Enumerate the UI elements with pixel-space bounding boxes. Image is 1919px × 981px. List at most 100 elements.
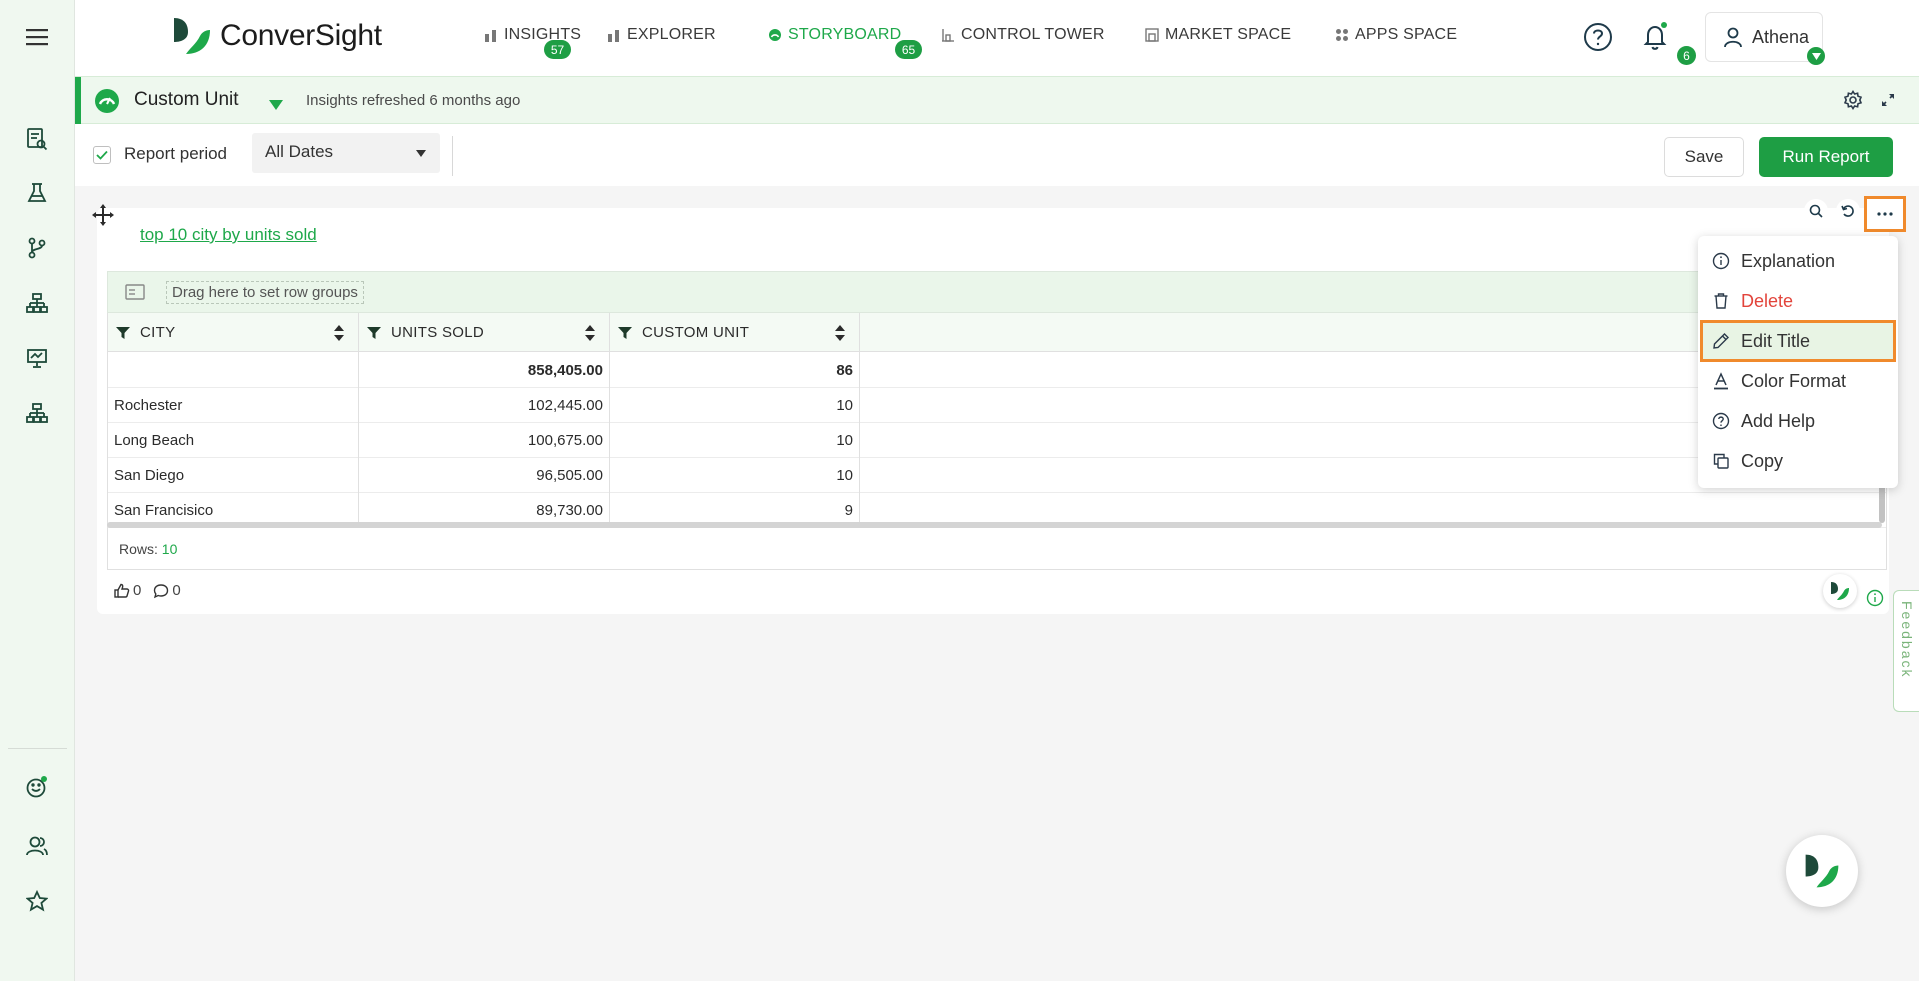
run-report-button[interactable]: Run Report	[1759, 137, 1893, 177]
filter-icon[interactable]	[116, 326, 130, 340]
report-period-select[interactable]: All Dates	[252, 133, 440, 173]
report-period-checkbox[interactable]	[93, 146, 111, 164]
table-cell: 10	[610, 423, 860, 458]
search-icon[interactable]	[1804, 199, 1828, 223]
sort-icon[interactable]	[334, 325, 344, 341]
info-icon[interactable]	[1866, 589, 1884, 607]
report-period-value: All Dates	[265, 142, 334, 161]
comment-button[interactable]: 0	[153, 582, 181, 599]
nav-control-tower[interactable]: CONTROL TOWER	[941, 24, 1105, 46]
info-icon	[1712, 252, 1730, 270]
feedback-label: Feedback	[1899, 601, 1915, 679]
table-cell: 858,405.00	[359, 352, 610, 388]
row-group-drop-zone[interactable]: Drag here to set row groups	[107, 271, 1887, 313]
notification-count-badge: 6	[1677, 46, 1696, 65]
table-cell: 96,505.00	[359, 458, 610, 493]
nav-market-space[interactable]: MARKET SPACE	[1145, 24, 1291, 46]
column-header-units-sold[interactable]: UNITS SOLD	[359, 313, 610, 352]
settings-gear-icon[interactable]	[1843, 90, 1863, 115]
menu-item-label: Add Help	[1741, 410, 1816, 431]
apps-grid-icon	[1335, 28, 1349, 42]
store-icon	[1145, 28, 1159, 42]
nav-market-space-label: MARKET SPACE	[1165, 26, 1292, 43]
column-label: CUSTOM UNIT	[642, 324, 750, 341]
rows-label: Rows:	[119, 541, 158, 557]
report-search-icon[interactable]	[22, 124, 52, 154]
insights-count-badge: 57	[544, 40, 571, 59]
comment-icon	[154, 583, 169, 598]
table-row[interactable]: San Diego 96,505.00 10	[108, 458, 1886, 493]
star-icon[interactable]	[22, 886, 52, 916]
rail-divider	[8, 748, 67, 749]
assistant-bot-icon[interactable]	[1823, 574, 1857, 608]
presentation-icon[interactable]	[22, 343, 52, 373]
storyboard-gauge-icon	[768, 28, 782, 42]
nav-explorer-label: EXPLORER	[627, 26, 716, 43]
table-row[interactable]: Rochester 102,445.00 10	[108, 388, 1886, 423]
storyboard-gauge-icon	[94, 88, 120, 114]
drag-move-icon[interactable]	[92, 204, 114, 226]
table-header: CITY UNITS SOLD CUSTOM UNIT	[108, 313, 1886, 352]
nav-explorer[interactable]: EXPLORER	[607, 24, 716, 46]
help-icon	[1712, 412, 1730, 430]
filter-icon[interactable]	[618, 326, 632, 340]
menu-item-label: Delete	[1741, 290, 1794, 311]
user-icon	[1724, 27, 1742, 48]
sort-icon[interactable]	[835, 325, 845, 341]
menu-item-add-help[interactable]: Add Help	[1698, 402, 1898, 440]
table-cell	[108, 352, 359, 388]
save-button[interactable]: Save	[1664, 137, 1744, 177]
users-icon[interactable]	[22, 831, 52, 861]
menu-item-explanation[interactable]: Explanation	[1698, 242, 1898, 280]
table-cell: San Diego	[108, 458, 359, 493]
hamburger-menu-icon[interactable]	[22, 22, 52, 52]
hierarchy-icon[interactable]	[22, 288, 52, 318]
chat-assistant-button[interactable]	[1786, 835, 1858, 907]
collapse-icon[interactable]	[1881, 93, 1895, 112]
card-options-menu: Explanation Delete Edit Title Color Form…	[1698, 236, 1898, 488]
assistant-face-icon[interactable]	[22, 772, 52, 802]
sort-icon[interactable]	[585, 325, 595, 341]
rows-count: 10	[161, 541, 178, 557]
left-rail	[0, 0, 75, 981]
user-menu[interactable]: Athena	[1705, 12, 1823, 62]
branch-icon[interactable]	[22, 233, 52, 263]
menu-item-label: Color Format	[1741, 370, 1847, 391]
storyboard-dropdown-icon[interactable]	[269, 97, 283, 115]
group-rows-icon	[125, 283, 145, 301]
nav-storyboard-label: STORYBOARD	[788, 26, 902, 43]
menu-item-copy[interactable]: Copy	[1698, 442, 1898, 480]
toolbar-divider	[452, 136, 453, 176]
table-row[interactable]: Long Beach 100,675.00 10	[108, 423, 1886, 458]
org-chart-icon[interactable]	[22, 398, 52, 428]
filter-icon[interactable]	[367, 326, 381, 340]
help-icon[interactable]	[1583, 22, 1613, 52]
feedback-tab[interactable]: Feedback	[1893, 590, 1919, 712]
trash-icon	[1712, 292, 1730, 310]
menu-item-delete[interactable]: Delete	[1698, 282, 1898, 320]
ellipsis-icon	[1877, 212, 1893, 216]
user-dropdown-icon[interactable]	[1807, 47, 1825, 65]
reset-icon[interactable]	[1836, 199, 1860, 223]
nav-storyboard[interactable]: STORYBOARD	[768, 24, 901, 46]
like-button[interactable]: 0	[114, 582, 141, 599]
menu-item-color-format[interactable]: Color Format	[1698, 362, 1898, 400]
table-cell: 86	[610, 352, 860, 388]
conversight-bot-icon	[1805, 854, 1839, 888]
card-title[interactable]: top 10 city by units sold	[140, 225, 317, 245]
table-total-row: 858,405.00 86	[108, 352, 1886, 388]
menu-item-edit-title[interactable]: Edit Title	[1700, 320, 1896, 362]
bar-chart-icon	[607, 28, 621, 42]
notification-bell-icon[interactable]	[1641, 21, 1671, 53]
top-bar: ConverSight INSIGHTS 57 EXPLORER STORYBO…	[75, 0, 1919, 76]
column-header-custom-unit[interactable]: CUSTOM UNIT	[610, 313, 860, 352]
conversight-logo[interactable]: ConverSight	[170, 16, 382, 56]
table-cell: 102,445.00	[359, 388, 610, 423]
flask-icon[interactable]	[22, 178, 52, 208]
more-options-button[interactable]	[1864, 196, 1906, 232]
nav-apps-space-label: APPS SPACE	[1355, 26, 1458, 43]
column-header-city[interactable]: CITY	[108, 313, 359, 352]
storyboard-count-badge: 65	[895, 40, 922, 59]
nav-apps-space[interactable]: APPS SPACE	[1335, 24, 1457, 46]
tower-icon	[941, 28, 955, 42]
